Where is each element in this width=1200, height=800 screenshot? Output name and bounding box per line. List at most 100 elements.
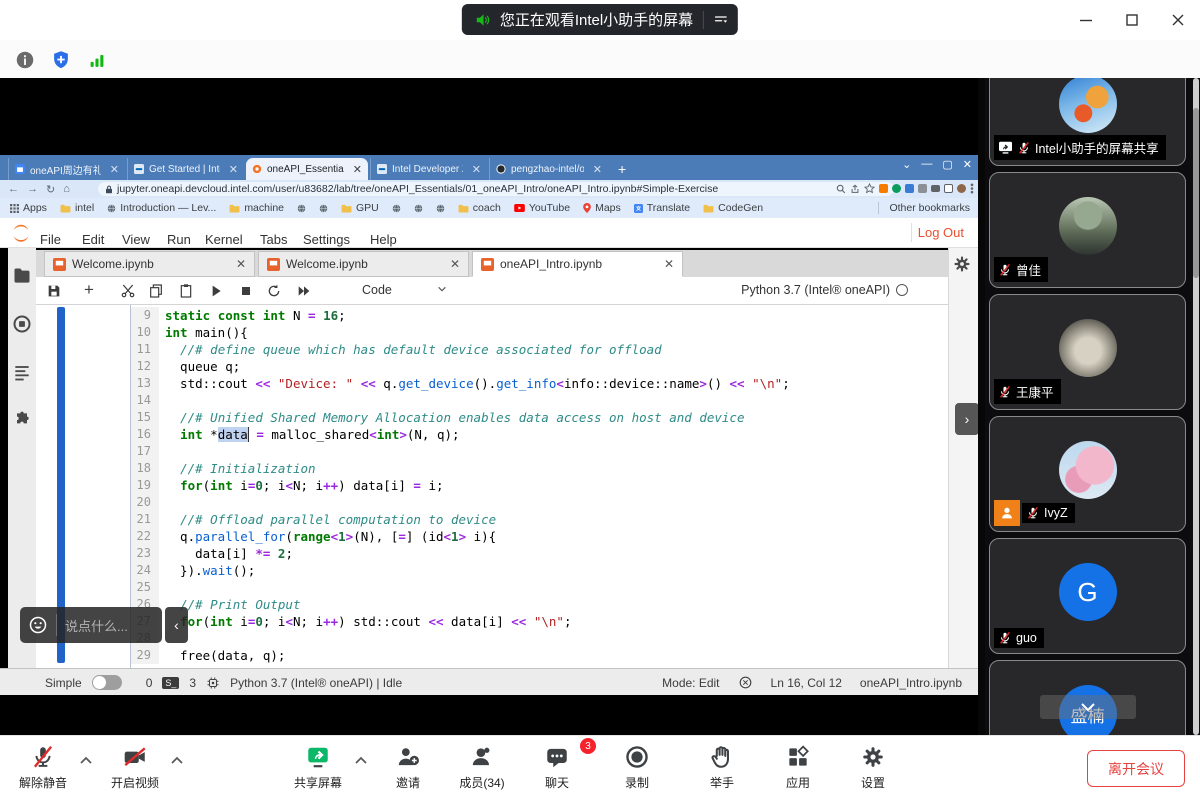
members-button[interactable]: 成员(34) bbox=[449, 744, 515, 791]
unmute-button[interactable]: 解除静音 bbox=[10, 744, 76, 791]
share-options-chevron[interactable] bbox=[355, 756, 367, 764]
notebook-settings-gear-icon[interactable] bbox=[952, 254, 972, 274]
menu-edit[interactable]: Edit bbox=[82, 232, 104, 247]
other-bookmarks[interactable]: Other bookmarks bbox=[878, 202, 970, 214]
leave-meeting-button[interactable]: 离开会议 bbox=[1087, 750, 1185, 787]
bookmark-globe[interactable] bbox=[436, 204, 445, 213]
profile-avatar[interactable] bbox=[957, 184, 966, 193]
run-all-icon[interactable] bbox=[296, 283, 312, 299]
menu-help[interactable]: Help bbox=[370, 232, 397, 247]
tab-close-icon[interactable]: ✕ bbox=[349, 163, 362, 176]
kernel-status-text[interactable]: Python 3.7 (Intel® oneAPI) | Idle bbox=[230, 676, 402, 690]
browser-minimize-icon[interactable]: — bbox=[921, 158, 932, 171]
browser-maximize-icon[interactable]: ▢ bbox=[942, 158, 952, 171]
new-tab-button[interactable]: + bbox=[618, 161, 626, 177]
extension-manager-icon[interactable] bbox=[12, 410, 32, 430]
restart-kernel-icon[interactable] bbox=[266, 283, 282, 299]
minimize-button[interactable] bbox=[1074, 8, 1098, 32]
browser-tab[interactable]: Get Started | Intel® DevCloud✕ bbox=[127, 158, 244, 180]
participant-tile[interactable]: IvyZ bbox=[989, 416, 1186, 532]
browser-menu-icon[interactable] bbox=[970, 183, 974, 194]
copy-cells-icon[interactable] bbox=[148, 283, 164, 299]
bookmark-globe[interactable] bbox=[319, 204, 328, 213]
share-icon[interactable] bbox=[850, 184, 860, 194]
menu-file[interactable]: File bbox=[40, 232, 61, 247]
menu-view[interactable]: View bbox=[122, 232, 150, 247]
tab-search-icon[interactable]: ⌄ bbox=[902, 158, 911, 171]
stop-kernel-icon[interactable] bbox=[238, 283, 254, 299]
chat-button[interactable]: 3 聊天 bbox=[524, 744, 590, 791]
bookmark-introduction-lev-[interactable]: Introduction — Lev... bbox=[107, 202, 216, 214]
table-of-contents-icon[interactable] bbox=[12, 362, 32, 382]
home-icon[interactable]: ⌂ bbox=[63, 183, 70, 195]
browser-close-icon[interactable]: ✕ bbox=[963, 158, 972, 171]
bookmark-globe[interactable] bbox=[297, 204, 306, 213]
bookmark-globe[interactable] bbox=[392, 204, 401, 213]
share-screen-button[interactable]: 共享屏幕 bbox=[285, 744, 351, 791]
bookmark-codegen[interactable]: CodeGen bbox=[703, 202, 763, 214]
zoom-icon[interactable] bbox=[836, 184, 846, 194]
cut-cells-icon[interactable] bbox=[120, 283, 136, 299]
doc-tab-close-icon[interactable]: ✕ bbox=[236, 257, 246, 271]
bookmark-apps[interactable]: Apps bbox=[10, 202, 47, 214]
doc-tab-close-icon[interactable]: ✕ bbox=[450, 257, 460, 271]
scroll-down-indicator[interactable] bbox=[1040, 695, 1136, 719]
bookmark-youtube[interactable]: YouTube bbox=[514, 202, 570, 214]
kernel-name[interactable]: Python 3.7 (Intel® oneAPI) bbox=[741, 283, 890, 297]
menu-kernel[interactable]: Kernel bbox=[205, 232, 243, 247]
logout-button[interactable]: Log Out bbox=[911, 223, 970, 242]
chat-collapse-button[interactable]: ‹ bbox=[165, 607, 188, 643]
security-shield-icon[interactable] bbox=[48, 47, 74, 73]
browser-tab[interactable]: pengzhao-intel/oneAPI_course✕ bbox=[489, 158, 608, 180]
tab-close-icon[interactable]: ✕ bbox=[225, 163, 238, 176]
emoji-icon[interactable] bbox=[28, 615, 48, 635]
reload-icon[interactable]: ↻ bbox=[46, 183, 55, 196]
bookmark-machine[interactable]: machine bbox=[229, 202, 284, 214]
menu-settings[interactable]: Settings bbox=[303, 232, 350, 247]
doc-tab[interactable]: Welcome.ipynb✕ bbox=[258, 251, 469, 277]
doc-tab[interactable]: Welcome.ipynb✕ bbox=[44, 251, 255, 277]
doc-tab[interactable]: oneAPI_Intro.ipynb✕ bbox=[472, 251, 683, 277]
expand-panel-arrow[interactable]: › bbox=[955, 403, 978, 435]
tab-close-icon[interactable]: ✕ bbox=[589, 163, 602, 176]
browser-tab[interactable]: Intel Developer Zone✕ bbox=[370, 158, 487, 180]
roster-scrollbar-thumb[interactable] bbox=[1193, 108, 1199, 278]
chat-quick-input[interactable]: 说点什么... bbox=[20, 607, 162, 643]
mute-options-chevron[interactable] bbox=[80, 756, 92, 764]
bookmark-coach[interactable]: coach bbox=[458, 202, 501, 214]
invite-button[interactable]: 邀请 bbox=[375, 744, 441, 791]
tab-close-icon[interactable]: ✕ bbox=[106, 163, 119, 176]
back-icon[interactable]: ← bbox=[8, 183, 19, 195]
bookmark-intel[interactable]: intel bbox=[60, 202, 94, 214]
bookmark-star-icon[interactable] bbox=[864, 183, 875, 194]
cursor-position[interactable]: Ln 16, Col 12 bbox=[771, 676, 842, 690]
file-browser-icon[interactable] bbox=[12, 266, 32, 286]
participant-tile[interactable]: Gguo bbox=[989, 538, 1186, 654]
extension-icon[interactable] bbox=[905, 184, 914, 193]
settings-button[interactable]: 设置 bbox=[840, 744, 906, 791]
meeting-info-icon[interactable] bbox=[12, 47, 38, 73]
banner-menu-icon[interactable] bbox=[712, 11, 730, 29]
doc-tab-close-icon[interactable]: ✕ bbox=[664, 257, 674, 271]
puzzle-extensions-icon[interactable] bbox=[918, 184, 927, 193]
bookmark-maps[interactable]: Maps bbox=[583, 202, 621, 214]
start-video-button[interactable]: 开启视频 bbox=[102, 744, 168, 791]
menu-run[interactable]: Run bbox=[167, 232, 191, 247]
apps-button[interactable]: 应用 bbox=[765, 744, 831, 791]
url-field[interactable]: jupyter.oneapi.devcloud.intel.com/user/u… bbox=[98, 182, 894, 196]
cell-type-dropdown[interactable]: Code bbox=[362, 283, 447, 297]
run-cell-icon[interactable] bbox=[208, 283, 224, 299]
extension-icon[interactable] bbox=[892, 184, 901, 193]
bookmark-gpu[interactable]: GPU bbox=[341, 202, 379, 214]
add-cell-icon[interactable]: + bbox=[84, 283, 100, 299]
forward-icon[interactable]: → bbox=[27, 183, 38, 195]
record-button[interactable]: 录制 bbox=[604, 744, 670, 791]
video-options-chevron[interactable] bbox=[171, 756, 183, 764]
simple-mode-toggle[interactable] bbox=[92, 675, 122, 690]
browser-tab[interactable]: oneAPI_Essentia (3) - JupyterLab✕ bbox=[246, 158, 368, 180]
save-icon[interactable] bbox=[46, 283, 62, 299]
extension-icon[interactable] bbox=[879, 184, 888, 193]
close-button[interactable] bbox=[1166, 8, 1190, 32]
running-kernels-icon[interactable] bbox=[12, 314, 32, 334]
participant-tile[interactable]: 盛楠 bbox=[989, 660, 1186, 735]
